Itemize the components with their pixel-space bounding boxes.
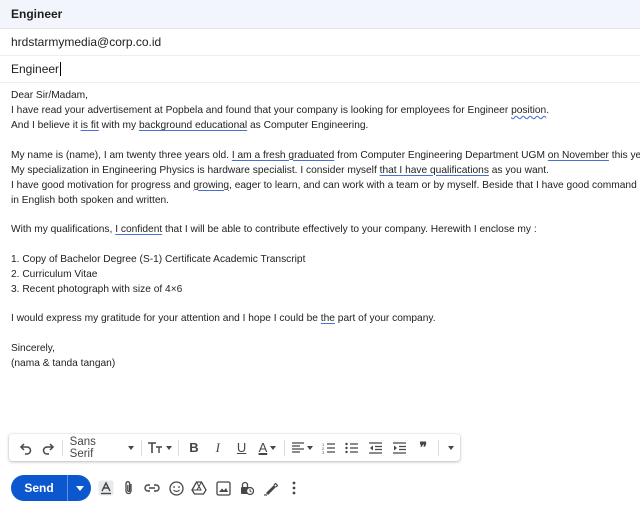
chevron-down-icon: [270, 445, 277, 450]
font-family-select[interactable]: Sans Serif: [66, 434, 139, 461]
body-line: My specialization in Engineering Physics…: [11, 164, 549, 176]
redo-icon[interactable]: [37, 434, 59, 461]
font-size-button[interactable]: [145, 434, 175, 461]
text-color-icon: A: [258, 440, 268, 455]
closing-line: Sincerely,: [11, 342, 55, 354]
attach-file-icon[interactable]: [119, 478, 139, 498]
text-color-button[interactable]: A: [254, 434, 282, 461]
toolbar-divider: [61, 439, 63, 456]
italic-button[interactable]: I: [206, 434, 230, 461]
toolbar-divider: [284, 439, 286, 456]
list-item: 3. Recent photograph with size of 4×6: [11, 283, 183, 295]
body-line: My name is (name), I am twenty three yea…: [11, 149, 640, 161]
to-recipient[interactable]: hrdstarmymedia@corp.co.id: [11, 35, 161, 49]
list-item: 1. Copy of Bachelor Degree (S-1) Certifi…: [11, 253, 306, 265]
font-family-label: Sans Serif: [69, 435, 96, 460]
bulleted-list-icon[interactable]: [340, 434, 364, 461]
toolbar-divider: [141, 439, 143, 456]
subject-field[interactable]: Engineer: [0, 56, 640, 83]
to-field[interactable]: hrdstarmymedia@corp.co.id: [0, 29, 640, 56]
emoji-icon[interactable]: [166, 478, 186, 498]
confidential-mode-icon[interactable]: [236, 478, 256, 498]
chevron-down-icon: [166, 445, 173, 450]
body-line: I have read your advertisement at Popbel…: [11, 105, 550, 116]
signature-pen-icon[interactable]: [260, 478, 280, 498]
body-line: I would express my gratitude for your at…: [11, 313, 436, 324]
greeting-line: Dear Sir/Madam,: [11, 90, 88, 101]
list-item: 2. Curriculum Vitae: [11, 268, 98, 280]
toolbar-divider: [438, 439, 440, 456]
message-body[interactable]: Dear Sir/Madam, I have read your adverti…: [11, 88, 640, 371]
quote-icon[interactable]: ❞: [411, 434, 435, 461]
drive-icon[interactable]: [189, 478, 209, 498]
subject-text[interactable]: Engineer: [11, 62, 59, 76]
chevron-down-icon: [128, 445, 135, 450]
indent-more-icon[interactable]: [388, 434, 412, 461]
body-line: With my qualifications, I confident that…: [11, 224, 537, 235]
chevron-down-icon: [75, 485, 84, 491]
text-size-icon: [148, 441, 163, 453]
undo-icon[interactable]: [15, 434, 37, 461]
underline-button[interactable]: U: [230, 434, 254, 461]
signature-line: (nama & tanda tangan): [11, 357, 116, 369]
compose-header: Engineer: [0, 0, 640, 29]
indent-less-icon[interactable]: [364, 434, 388, 461]
more-formatting-button[interactable]: [442, 434, 460, 461]
insert-photo-icon[interactable]: [213, 478, 233, 498]
text-caret: [60, 62, 62, 76]
align-button[interactable]: [288, 434, 316, 461]
compose-title: Engineer: [11, 7, 63, 21]
send-options-button[interactable]: [68, 475, 91, 501]
svg-text:3: 3: [322, 450, 325, 454]
more-options-icon[interactable]: [284, 478, 304, 498]
send-button[interactable]: Send: [11, 475, 67, 501]
chevron-down-icon: [448, 445, 455, 450]
send-button-group: Send: [11, 475, 91, 501]
formatting-toolbar: Sans Serif B I U A 123 ❞: [9, 434, 460, 461]
body-line: in English both spoken and written.: [11, 194, 170, 206]
chevron-down-icon: [306, 445, 313, 450]
toolbar-divider: [178, 439, 180, 456]
align-left-icon: [291, 442, 304, 453]
bold-button[interactable]: B: [182, 434, 206, 461]
insert-link-icon[interactable]: [142, 478, 162, 498]
body-line: And I believe it is fit with my backgrou…: [11, 120, 369, 131]
body-line: I have good motivation for progress and …: [11, 179, 637, 191]
numbered-list-icon[interactable]: 123: [316, 434, 340, 461]
formatting-options-icon[interactable]: [96, 478, 116, 498]
